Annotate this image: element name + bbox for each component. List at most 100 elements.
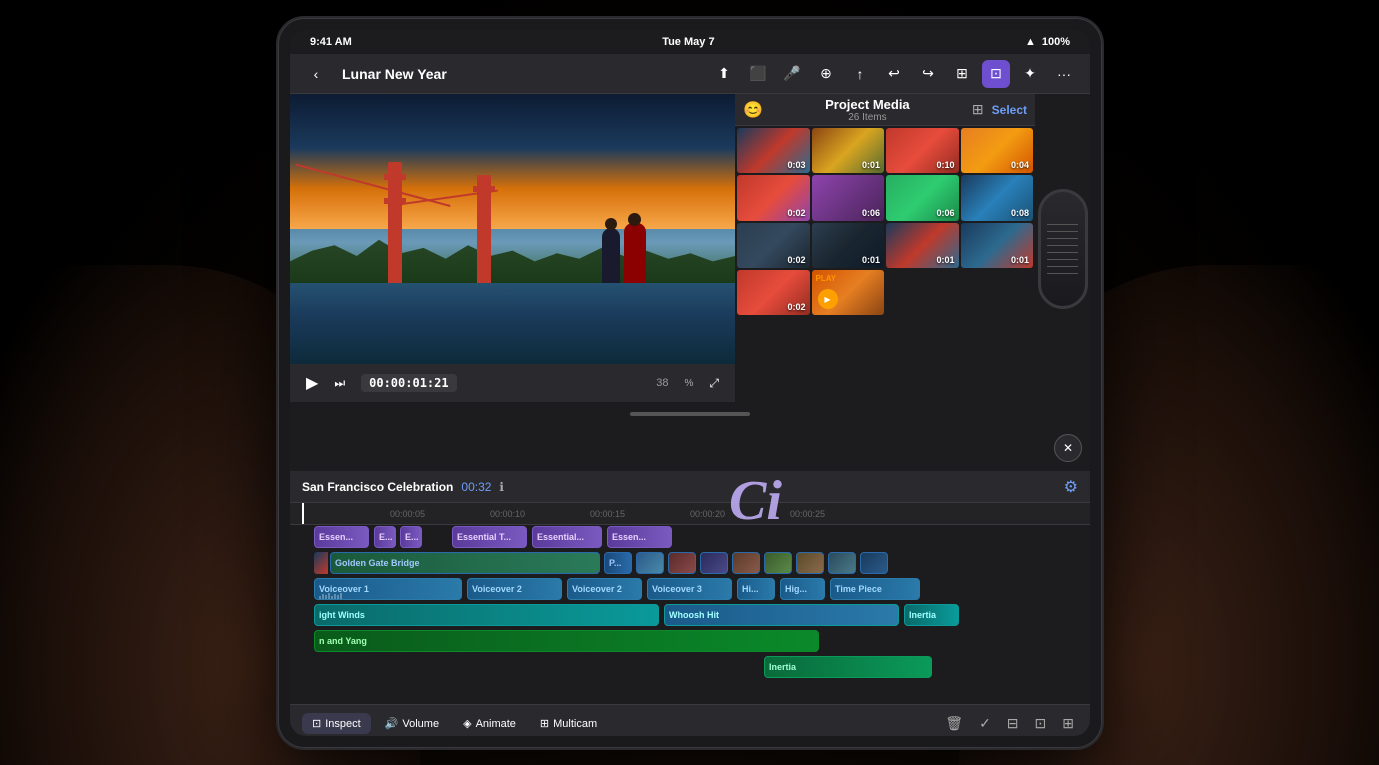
volume-button[interactable]: 🔊 Volume (375, 713, 449, 734)
media-icon: ⊡ (990, 65, 1002, 82)
media-thumb[interactable]: 0:02 (737, 223, 810, 268)
dial-tick (1047, 238, 1078, 239)
media-button[interactable]: ⊡ (982, 60, 1010, 88)
fullscreen-button[interactable]: ⤢ (709, 376, 719, 391)
share-button[interactable]: ↑ (846, 60, 874, 88)
play-button[interactable]: ▶ (306, 373, 318, 393)
ruler-mark-10: 00:00:10 (490, 509, 525, 519)
clip-block[interactable]: Inertia (904, 604, 959, 626)
history-button[interactable]: ↩ (880, 60, 908, 88)
select-button[interactable]: Select (992, 103, 1027, 117)
clip-block[interactable]: Hi... (737, 578, 775, 600)
video-track: Golden Gate Bridge P... (302, 551, 1090, 575)
status-date: Tue May 7 (662, 36, 714, 48)
media-thumb[interactable]: 0:06 (812, 175, 885, 220)
media-thumb[interactable]: 0:06 (886, 175, 959, 220)
emoji-icon[interactable]: 😊 (743, 100, 763, 120)
camera-icon: ⬛ (749, 65, 766, 82)
media-title-block: Project Media 26 Items (771, 97, 964, 123)
more-button[interactable]: ··· (1050, 60, 1078, 88)
grid-view-button[interactable]: ⊞ (948, 60, 976, 88)
effects-button[interactable]: ✦ (1016, 60, 1044, 88)
media-thumb[interactable]: 0:01 (961, 223, 1034, 268)
media-thumb[interactable]: ▶ PLAY (812, 270, 885, 315)
clip-block[interactable] (636, 552, 664, 574)
mic-icon: 🎤 (783, 65, 800, 82)
clip-block[interactable]: Essen... (607, 526, 672, 548)
media-thumb[interactable]: 0:01 (886, 223, 959, 268)
inspect-button[interactable]: ⊡ Inspect (302, 713, 371, 734)
clip-block[interactable]: ight Winds (314, 604, 659, 626)
clip-block[interactable]: Hig... (780, 578, 825, 600)
clip-block[interactable] (796, 552, 824, 574)
clip-block[interactable]: Voiceover 3 (647, 578, 732, 600)
status-right-icons: ▲ 100% (1025, 36, 1070, 48)
back-button[interactable]: ‹ (302, 60, 330, 88)
audio-button[interactable]: ⊡ (1031, 711, 1051, 736)
dial-wheel[interactable] (1035, 94, 1090, 404)
ruler-mark-15: 00:00:15 (590, 509, 625, 519)
clip-block[interactable]: Time Piece (830, 578, 920, 600)
dial-circle (1038, 189, 1088, 309)
timecode-display: 00:00:01:21 (361, 374, 456, 392)
trash-button[interactable]: 🗑 (941, 711, 967, 736)
volume-icon: 🔊 (385, 717, 399, 730)
voice-button[interactable]: ⊕ (812, 60, 840, 88)
media-thumb[interactable]: 0:04 (961, 128, 1034, 173)
clip-block[interactable]: Voiceover 2 (467, 578, 562, 600)
info-button[interactable]: ℹ (499, 480, 504, 494)
clip-block[interactable]: E... (374, 526, 396, 548)
clip-block[interactable]: Essential... (532, 526, 602, 548)
camera-button[interactable]: ⬛ (744, 60, 772, 88)
clip-block[interactable]: Inertia (764, 656, 932, 678)
clip-block[interactable]: Essential T... (452, 526, 527, 548)
clip-block[interactable] (860, 552, 888, 574)
media-thumb[interactable]: 0:02 (737, 270, 810, 315)
voice-icon: ⊕ (820, 65, 832, 82)
clip-block[interactable]: Essen... (314, 526, 369, 548)
step-forward-button[interactable]: ⏭ (334, 376, 345, 391)
clip-block[interactable]: Voiceover 2 (567, 578, 642, 600)
playhead (302, 503, 304, 524)
clip-block[interactable]: n and Yang (314, 630, 819, 652)
timeline-ruler: 00:00:05 00:00:10 00:00:15 00:00:20 00:0… (290, 503, 1090, 525)
clip-block[interactable]: Voiceover 1 (314, 578, 462, 600)
media-thumb[interactable]: 0:01 (812, 223, 885, 268)
ruler-mark-25: 00:00:25 (790, 509, 825, 519)
close-media-button[interactable]: ✕ (1054, 434, 1082, 462)
clip-block[interactable]: Whoosh Hit (664, 604, 899, 626)
ruler-mark-5: 00:00:05 (390, 509, 425, 519)
split-button[interactable]: ⊟ (1003, 711, 1023, 736)
clip-block[interactable]: P... (604, 552, 632, 574)
mic-button[interactable]: 🎤 (778, 60, 806, 88)
share-icon: ↑ (857, 66, 864, 82)
upload-button[interactable]: ⬆ (710, 60, 738, 88)
person-2 (624, 223, 646, 283)
timeline-duration: 00:32 (461, 480, 491, 494)
media-thumb[interactable]: 0:01 (812, 128, 885, 173)
home-indicator (290, 404, 1090, 424)
media-panel-title: Project Media (771, 97, 964, 112)
checkmark-button[interactable]: ✓ (975, 711, 995, 736)
zoom-level: 38 (656, 377, 668, 389)
clip-block[interactable]: Golden Gate Bridge (330, 552, 600, 574)
animate-button[interactable]: ◈ Animate (453, 713, 526, 734)
media-thumb[interactable]: 0:03 (737, 128, 810, 173)
clip-block[interactable]: E... (400, 526, 422, 548)
clip-block[interactable] (732, 552, 760, 574)
grid-toggle-button[interactable]: ⊞ (972, 101, 984, 118)
media-thumb[interactable]: 0:02 (737, 175, 810, 220)
overflow-button[interactable]: ⊞ (1058, 711, 1078, 736)
clip-block[interactable] (764, 552, 792, 574)
clip-block[interactable] (700, 552, 728, 574)
project-title: Lunar New Year (342, 66, 447, 82)
timeline-settings-button[interactable]: ⚙ (1064, 477, 1078, 497)
media-thumb[interactable]: 0:08 (961, 175, 1034, 220)
timeline-section: San Francisco Celebration 00:32 ℹ ⚙ 00:0… (290, 471, 1090, 736)
clip-block[interactable] (668, 552, 696, 574)
media-thumb[interactable]: 0:10 (886, 128, 959, 173)
multicam-button[interactable]: ⊞ Multicam (530, 713, 607, 734)
redo-button[interactable]: ↪ (914, 60, 942, 88)
clip-block[interactable] (828, 552, 856, 574)
effects-icon: ✦ (1024, 65, 1036, 82)
